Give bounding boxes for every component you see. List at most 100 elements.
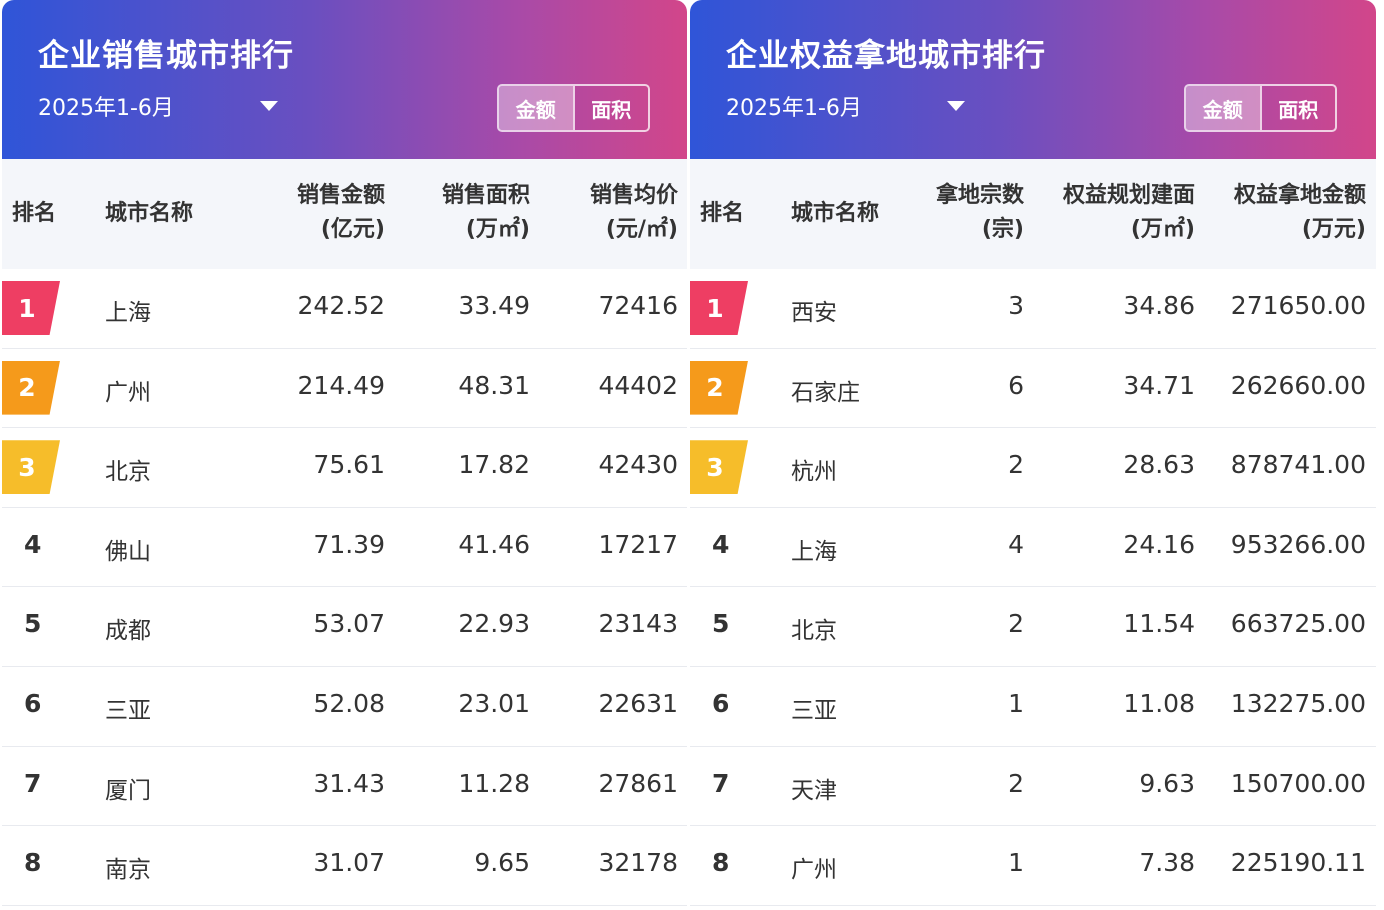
value-cell-1: 71.39 xyxy=(313,529,385,559)
rank-number: 4 xyxy=(24,529,42,559)
table-row[interactable]: 2 石家庄 6 34.71 262660.00 xyxy=(690,348,1376,429)
table-row[interactable]: 3 杭州 2 28.63 878741.00 xyxy=(690,428,1376,508)
rank-number: 7 xyxy=(24,768,42,798)
value-cell-2: 48.31 xyxy=(458,370,530,400)
value-cell-2: 41.46 xyxy=(458,529,530,559)
value-cell-3: 663725.00 xyxy=(1230,609,1366,639)
toggle-amount-button[interactable]: 金额 xyxy=(1186,86,1260,130)
table-row[interactable]: 6 三亚 52.08 23.01 22631 xyxy=(2,666,687,747)
value-cell-2: 28.63 xyxy=(1123,450,1195,480)
table-row[interactable]: 8 广州 1 7.38 225190.11 xyxy=(690,826,1376,906)
city-name: 上海 xyxy=(791,538,837,565)
value-cell-3: 23143 xyxy=(598,609,678,639)
value-cell-2: 22.93 xyxy=(458,609,530,639)
table-header: 排名 城市名称 销售金额 (亿元) 销售面积 (万㎡) 销售均价 (元/㎡) xyxy=(2,159,687,269)
column-header-avg-price: 销售均价 (元/㎡) xyxy=(589,183,678,242)
ranking-table-body: 1 西安 3 34.86 271650.00 2 石家庄 6 34.71 262660.00 3 杭州… xyxy=(690,269,1376,906)
sales-ranking-header: 企业销售城市排行 2025年1-6月 金额 面积 xyxy=(2,0,687,159)
city-name: 北京 xyxy=(105,459,151,486)
period-selector[interactable]: 2025年1-6月 xyxy=(726,90,862,122)
column-header-city: 城市名称 xyxy=(105,201,194,226)
value-cell-3: 42430 xyxy=(598,450,678,480)
value-cell-2: 9.65 xyxy=(474,848,530,878)
value-cell-3: 22631 xyxy=(598,688,678,718)
table-row[interactable]: 3 北京 75.61 17.82 42430 xyxy=(2,428,687,508)
table-row[interactable]: 1 上海 242.52 33.49 72416 xyxy=(2,269,687,349)
rank-badge: 3 xyxy=(690,440,748,495)
value-cell-3: 17217 xyxy=(598,529,678,559)
value-cell-3: 878741.00 xyxy=(1230,450,1366,480)
table-row[interactable]: 5 成都 53.07 22.93 23143 xyxy=(2,587,687,667)
value-cell-1: 75.61 xyxy=(313,450,385,480)
city-name: 西安 xyxy=(791,300,837,326)
table-row[interactable]: 7 天津 2 9.63 150700.00 xyxy=(690,746,1376,827)
table-row[interactable]: 7 厦门 31.43 11.28 27861 xyxy=(2,746,687,827)
table-row[interactable]: 4 上海 4 24.16 953266.00 xyxy=(690,507,1376,588)
city-name: 广州 xyxy=(791,857,837,884)
value-cell-2: 11.54 xyxy=(1123,609,1195,639)
value-cell-2: 11.28 xyxy=(458,768,530,798)
value-cell-1: 52.08 xyxy=(313,688,385,718)
value-cell-2: 23.01 xyxy=(458,688,530,718)
city-name: 上海 xyxy=(105,300,151,326)
value-cell-1: 3 xyxy=(1008,291,1024,320)
value-cell-1: 214.49 xyxy=(297,370,385,400)
rank-badge: 2 xyxy=(2,360,60,415)
caret-down-icon[interactable] xyxy=(260,101,278,111)
table-row[interactable]: 8 南京 31.07 9.65 32178 xyxy=(2,826,687,906)
value-cell-3: 262660.00 xyxy=(1230,370,1366,400)
period-selector[interactable]: 2025年1-6月 xyxy=(38,90,174,122)
value-cell-2: 7.38 xyxy=(1139,848,1195,878)
city-name: 广州 xyxy=(105,379,151,406)
rank-number: 8 xyxy=(24,848,42,878)
city-name: 天津 xyxy=(791,777,837,804)
panel-title: 企业权益拿地城市排行 xyxy=(726,38,1046,74)
city-name: 三亚 xyxy=(105,697,151,724)
toggle-area-button[interactable]: 面积 xyxy=(572,86,649,130)
city-name: 杭州 xyxy=(791,459,837,486)
table-header: 排名 城市名称 拿地宗数 (宗) 权益规划建面 (万㎡) 权益拿地金额 (万元) xyxy=(690,159,1376,269)
value-cell-3: 150700.00 xyxy=(1230,768,1366,798)
column-header-rank: 排名 xyxy=(700,201,745,226)
rank-badge: 2 xyxy=(690,360,748,415)
city-name: 厦门 xyxy=(105,777,151,804)
toggle-area-button[interactable]: 面积 xyxy=(1259,86,1336,130)
value-cell-2: 9.63 xyxy=(1139,768,1195,798)
metric-toggle: 金额 面积 xyxy=(497,84,650,132)
city-name: 北京 xyxy=(791,618,837,645)
rank-number: 6 xyxy=(712,688,730,718)
value-cell-3: 32178 xyxy=(598,848,678,878)
value-cell-3: 271650.00 xyxy=(1230,291,1366,320)
value-cell-1: 2 xyxy=(1008,450,1024,480)
value-cell-3: 953266.00 xyxy=(1230,529,1366,559)
value-cell-3: 225190.11 xyxy=(1230,848,1366,878)
rank-number: 6 xyxy=(24,688,42,718)
value-cell-2: 34.86 xyxy=(1123,291,1195,320)
value-cell-1: 2 xyxy=(1008,609,1024,639)
city-name: 成都 xyxy=(105,618,151,645)
panel-title: 企业销售城市排行 xyxy=(38,38,294,74)
caret-down-icon[interactable] xyxy=(947,101,965,111)
value-cell-1: 6 xyxy=(1008,370,1024,400)
value-cell-2: 33.49 xyxy=(458,291,530,320)
rank-badge: 1 xyxy=(690,281,748,335)
value-cell-1: 1 xyxy=(1008,688,1024,718)
value-cell-3: 132275.00 xyxy=(1230,688,1366,718)
table-row[interactable]: 5 北京 2 11.54 663725.00 xyxy=(690,587,1376,667)
table-row[interactable]: 6 三亚 1 11.08 132275.00 xyxy=(690,666,1376,747)
value-cell-1: 1 xyxy=(1008,848,1024,878)
value-cell-2: 11.08 xyxy=(1123,688,1195,718)
toggle-amount-button[interactable]: 金额 xyxy=(499,86,573,130)
column-header-land-amount: 权益拿地金额 (万元) xyxy=(1233,183,1366,242)
value-cell-1: 242.52 xyxy=(297,291,385,320)
value-cell-3: 72416 xyxy=(598,291,678,320)
value-cell-3: 44402 xyxy=(598,370,678,400)
table-row[interactable]: 1 西安 3 34.86 271650.00 xyxy=(690,269,1376,349)
value-cell-1: 2 xyxy=(1008,768,1024,798)
column-header-city: 城市名称 xyxy=(791,201,880,226)
sales-ranking-panel: 企业销售城市排行 2025年1-6月 金额 面积 排名 城市名称 销售金额 (亿… xyxy=(2,0,687,910)
table-row[interactable]: 2 广州 214.49 48.31 44402 xyxy=(2,348,687,429)
table-row[interactable]: 4 佛山 71.39 41.46 17217 xyxy=(2,507,687,588)
value-cell-1: 4 xyxy=(1008,529,1024,559)
column-header-sales-area: 销售面积 (万㎡) xyxy=(441,183,530,242)
